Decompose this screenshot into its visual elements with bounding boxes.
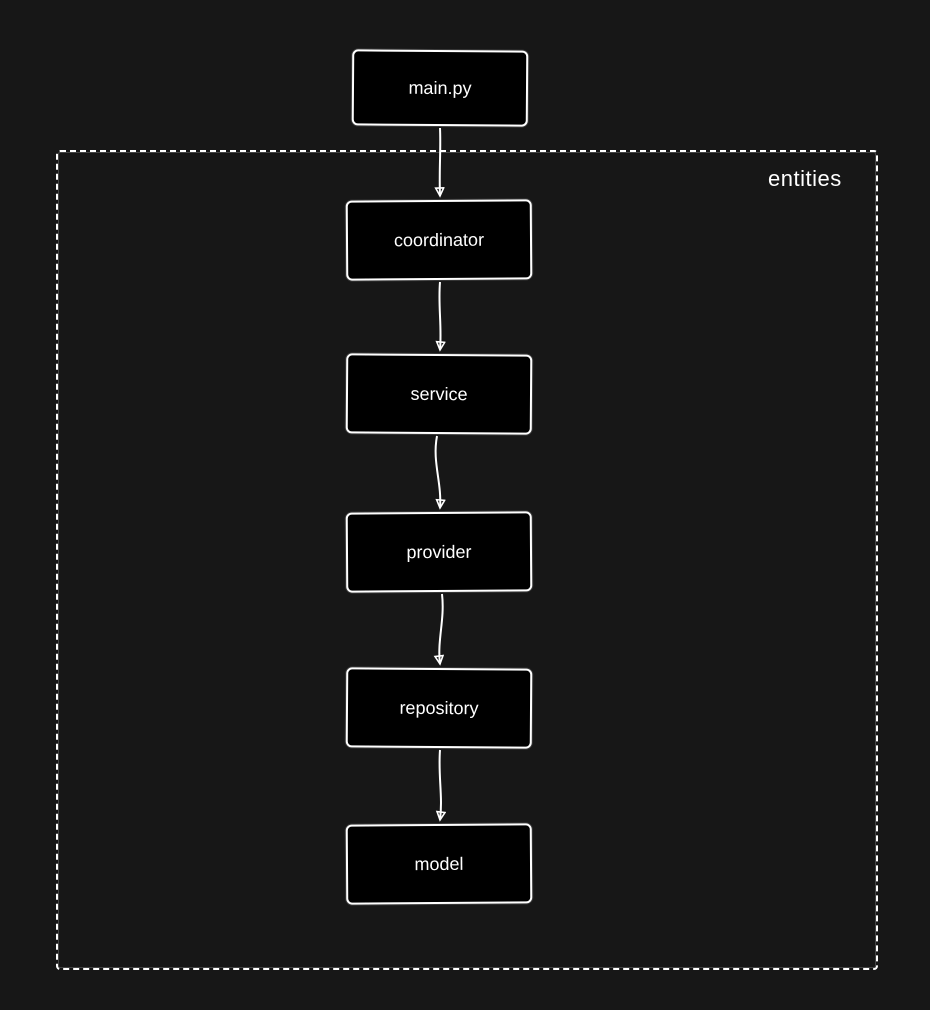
node-repository-label: repository <box>399 697 478 719</box>
node-service: service <box>346 353 533 434</box>
node-service-label: service <box>410 383 467 404</box>
node-coordinator-label: coordinator <box>394 229 484 251</box>
node-provider-label: provider <box>406 541 471 562</box>
node-repository: repository <box>346 667 533 748</box>
node-main: main.py <box>352 49 529 126</box>
diagram-canvas: entities main.py coordinator service pro… <box>0 0 930 1010</box>
node-model-label: model <box>414 853 463 874</box>
node-coordinator: coordinator <box>346 199 533 280</box>
node-main-label: main.py <box>408 77 471 98</box>
node-provider: provider <box>346 511 533 592</box>
entities-frame-label: entities <box>768 166 842 192</box>
node-model: model <box>346 823 533 904</box>
